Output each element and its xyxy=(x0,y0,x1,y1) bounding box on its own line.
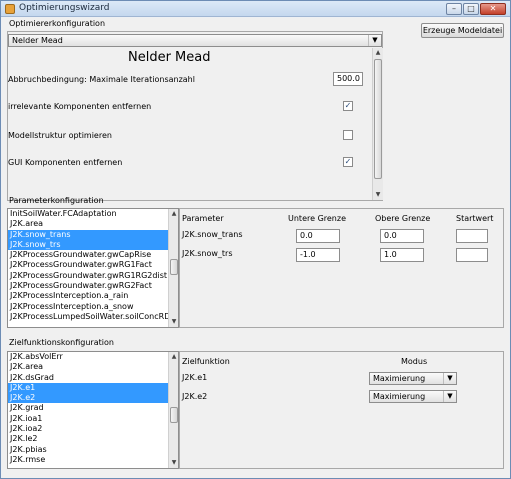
scroll-thumb[interactable] xyxy=(170,259,178,275)
scroll-thumb[interactable] xyxy=(374,59,382,179)
window-title: Optimierungswizard xyxy=(19,3,110,13)
close-icon[interactable]: ✕ xyxy=(480,3,506,15)
app-icon xyxy=(5,4,15,14)
optimizer-panel: Nelder Mead ▼ Nelder Mead Abbruchbedingu… xyxy=(7,31,383,201)
client-area: Optimiererkonfiguration Erzeuge Modeldat… xyxy=(2,18,509,478)
list-item[interactable]: J2KProcessGroundwater.gwRG2Fact xyxy=(8,281,178,291)
option-checkbox-0[interactable]: ✓ xyxy=(343,101,353,111)
list-item[interactable]: J2KProcessGroundwater.gwRG1Fact xyxy=(8,260,178,270)
header-start: Startwert xyxy=(456,214,494,223)
list-item[interactable]: J2K.snow_trs xyxy=(8,239,178,251)
scroll-down-icon[interactable]: ▼ xyxy=(373,190,383,200)
chevron-down-icon: ▼ xyxy=(443,391,456,402)
abbruch-input[interactable]: 500.0 xyxy=(333,72,363,86)
list-item[interactable]: J2KProcessInterception.a_snow xyxy=(8,302,178,312)
lower-bound-input[interactable]: -1.0 xyxy=(296,248,340,262)
ziel-section-title: Zielfunktionskonfiguration xyxy=(9,338,114,347)
scroll-thumb[interactable] xyxy=(170,407,178,423)
chevron-down-icon: ▼ xyxy=(443,373,456,384)
list-item[interactable]: J2K.area xyxy=(8,362,178,372)
list-item[interactable]: J2K.grad xyxy=(8,403,178,413)
start-value-input[interactable] xyxy=(456,248,488,262)
optimizer-section-title: Optimiererkonfiguration xyxy=(9,19,106,28)
list-item[interactable]: J2K.ioa1 xyxy=(8,414,178,424)
scroll-up-icon[interactable]: ▲ xyxy=(169,352,178,362)
list-item[interactable]: J2KProcessLumpedSoilWater.soilConcRD1 xyxy=(8,312,178,322)
optimizer-scrollbar[interactable]: ▲ ▼ xyxy=(372,48,383,200)
list-item[interactable]: J2K.rmse xyxy=(8,455,178,465)
parameter-section-title: Parameterkonfiguration xyxy=(9,196,104,205)
scroll-down-icon[interactable]: ▼ xyxy=(169,458,178,468)
header-modus: Modus xyxy=(401,357,428,366)
ziel-list-scrollbar[interactable]: ▲ ▼ xyxy=(168,352,178,468)
mode-select-value: Maximierung xyxy=(373,374,426,383)
parameter-list[interactable]: InitSoilWater.FCAdaptation J2K.area J2K.sn… xyxy=(7,208,179,328)
optimizer-wizard-window: Optimierungswizard – □ ✕ Optimiererkonfi… xyxy=(0,0,511,479)
header-upper: Obere Grenze xyxy=(375,214,431,223)
ziel-row-name: J2K.e2 xyxy=(182,392,208,401)
minimize-icon[interactable]: – xyxy=(446,3,462,15)
header-parameter: Parameter xyxy=(182,214,224,223)
lower-bound-input[interactable]: 0.0 xyxy=(296,229,340,243)
list-item[interactable]: J2K.snow_trans xyxy=(8,229,178,240)
param-row-name: J2K.snow_trs xyxy=(182,249,233,258)
ziel-row-name: J2K.e1 xyxy=(182,373,208,382)
title-bar: Optimierungswizard – □ ✕ xyxy=(1,1,510,17)
param-row-name: J2K.snow_trans xyxy=(182,230,243,239)
mode-select[interactable]: Maximierung ▼ xyxy=(369,390,457,403)
optimizer-select-value: Nelder Mead xyxy=(12,36,63,45)
list-item[interactable]: J2K.ioa2 xyxy=(8,424,178,434)
scroll-up-icon[interactable]: ▲ xyxy=(169,209,178,219)
start-value-input[interactable] xyxy=(456,229,488,243)
list-item[interactable]: J2K.e2 xyxy=(8,393,178,404)
maximize-icon[interactable]: □ xyxy=(463,3,479,15)
parameter-list-scrollbar[interactable]: ▲ ▼ xyxy=(168,209,178,327)
chevron-down-icon: ▼ xyxy=(368,35,381,46)
list-item[interactable]: J2KProcessGroundwater.gwCapRise xyxy=(8,250,178,260)
list-item[interactable]: J2K.area xyxy=(8,219,178,229)
option-label-1: Modellstruktur optimieren xyxy=(8,131,112,140)
list-item[interactable]: J2KProcessInterception.a_rain xyxy=(8,291,178,301)
optimizer-heading: Nelder Mead xyxy=(128,50,211,65)
upper-bound-input[interactable]: 1.0 xyxy=(380,248,424,262)
option-checkbox-2[interactable]: ✓ xyxy=(343,157,353,167)
ziel-list[interactable]: J2K.absVolErr J2K.area J2K.dsGrad J2K.e1 J2K… xyxy=(7,351,179,469)
create-model-file-button[interactable]: Erzeuge Modeldatei xyxy=(421,23,504,38)
abbruch-label: Abbruchbedingung: Maximale Iterationsanz… xyxy=(8,75,195,84)
scroll-down-icon[interactable]: ▼ xyxy=(169,317,178,327)
list-item[interactable]: J2K.pbias xyxy=(8,445,178,455)
mode-select-value: Maximierung xyxy=(373,392,426,401)
header-zielfunktion: Zielfunktion xyxy=(182,357,230,366)
option-label-0: irrelevante Komponenten entfernen xyxy=(8,102,152,111)
header-lower: Untere Grenze xyxy=(288,214,346,223)
mode-select[interactable]: Maximierung ▼ xyxy=(369,372,457,385)
list-item[interactable]: J2K.dsGrad xyxy=(8,373,178,383)
optimizer-select[interactable]: Nelder Mead ▼ xyxy=(8,34,382,47)
upper-bound-input[interactable]: 0.0 xyxy=(380,229,424,243)
ziel-config-panel: Zielfunktion Modus J2K.e1 Maximierung ▼ … xyxy=(179,351,504,469)
option-label-2: GUI Komponenten entfernen xyxy=(8,158,123,167)
list-item[interactable]: InitSoilWater.FCAdaptation xyxy=(8,209,178,219)
option-checkbox-1[interactable] xyxy=(343,130,353,140)
list-item[interactable]: J2KProcessGroundwater.gwRG1RG2dist xyxy=(8,271,178,281)
list-item[interactable]: J2K.e1 xyxy=(8,382,178,394)
list-item[interactable]: J2K.absVolErr xyxy=(8,352,178,362)
scroll-up-icon[interactable]: ▲ xyxy=(373,48,383,58)
parameter-config-panel: Parameter Untere Grenze Obere Grenze Sta… xyxy=(179,208,504,328)
list-item[interactable]: J2K.le2 xyxy=(8,434,178,444)
